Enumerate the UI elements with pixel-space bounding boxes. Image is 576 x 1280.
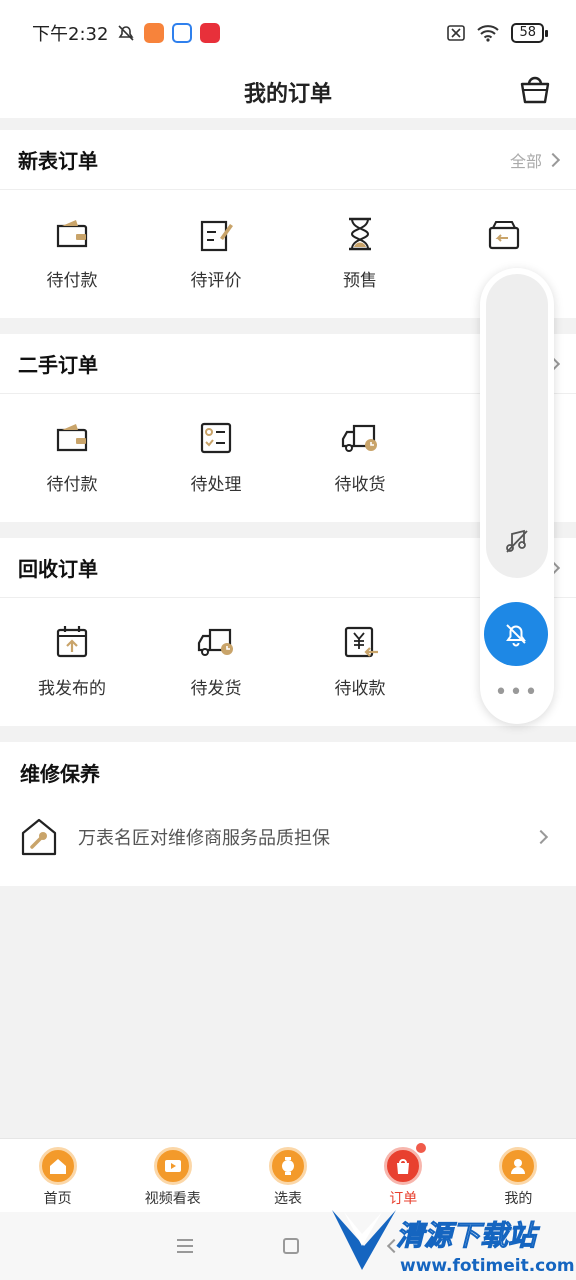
sim-off-icon: [447, 25, 466, 41]
wrench-house-icon: [21, 818, 57, 856]
grid-label: 预售: [343, 271, 377, 291]
notification-dot: [415, 1143, 426, 1153]
grid-label: 待付款: [46, 475, 98, 495]
repair-card: 维修保养 万表名匠对维修商服务品质担保: [0, 742, 576, 886]
tab-home[interactable]: 首页: [0, 1139, 115, 1212]
grid-label: 待收货: [334, 475, 386, 495]
grid-label: 待付款: [46, 271, 98, 291]
tab-select-watch[interactable]: 选表: [230, 1139, 345, 1212]
order-status-my-posts[interactable]: 我发布的: [0, 598, 144, 726]
tab-label: 选表: [274, 1191, 302, 1207]
order-status-pending-payment-receive[interactable]: 待收款: [288, 598, 432, 726]
grid-label: 我发布的: [38, 679, 106, 699]
bell-off-icon: [506, 624, 526, 647]
truck-icon: [197, 628, 233, 656]
yuan-receipt-icon: [344, 626, 378, 658]
repair-guarantee-row[interactable]: 万表名匠对维修商服务品质担保: [0, 802, 576, 872]
order-status-presale[interactable]: 预售: [288, 190, 432, 318]
app-notification-icon: [144, 23, 165, 43]
repair-guarantee-text: 万表名匠对维修商服务品质担保: [78, 828, 330, 849]
tab-label: 视频看表: [144, 1191, 201, 1207]
section-title: 回收订单: [18, 557, 98, 581]
view-all-link[interactable]: 全部: [509, 148, 561, 172]
app-notification-icon: [200, 23, 221, 43]
order-status-pending-review[interactable]: 待评价: [144, 190, 288, 318]
page-title: 我的订单: [243, 82, 332, 107]
grid-label: 待收款: [334, 679, 386, 699]
status-bar: 下午2:32 58: [0, 0, 576, 66]
chevron-right-icon: [545, 152, 561, 167]
bottom-tab-bar: 首页 视频看表 选表 订单 我的: [0, 1138, 576, 1212]
mute-notification-button[interactable]: [484, 602, 548, 666]
order-status-processing[interactable]: 待处理: [144, 394, 288, 522]
tab-label: 首页: [43, 1191, 72, 1207]
calendar-upload-icon: [56, 626, 88, 658]
video-icon: [153, 1147, 192, 1185]
user-icon: [499, 1147, 538, 1185]
view-all-label: 全部: [509, 151, 542, 171]
watermark-text: 清源下载站: [395, 1219, 537, 1253]
wifi-icon: [477, 25, 500, 42]
review-icon: [200, 220, 233, 252]
truck-icon: [341, 424, 377, 452]
app-notification-icon: [172, 23, 193, 43]
floating-assistant-panel[interactable]: •••: [480, 268, 554, 724]
home-square-icon[interactable]: [283, 1238, 299, 1254]
tab-label: 我的: [504, 1191, 533, 1207]
hourglass-icon: [349, 217, 371, 251]
grid-label: 待评价: [190, 271, 242, 291]
tab-mine[interactable]: 我的: [461, 1139, 576, 1212]
battery-indicator: 58: [511, 23, 548, 43]
tab-video[interactable]: 视频看表: [115, 1139, 230, 1212]
home-icon: [38, 1147, 77, 1185]
checklist-icon: [200, 422, 232, 454]
order-status-pending-payment[interactable]: 待付款: [0, 190, 144, 318]
return-box-icon: [488, 221, 520, 250]
more-options-icon[interactable]: •••: [480, 680, 554, 705]
page-header: 我的订单: [0, 66, 576, 118]
watermark-url: www.fotimeit.com: [400, 1256, 575, 1276]
order-status-pending-payment[interactable]: 待付款: [0, 394, 144, 522]
bell-off-icon: [118, 25, 134, 41]
chevron-right-icon: [533, 829, 549, 845]
grid-label: 待处理: [190, 475, 242, 495]
wallet-icon: [56, 424, 88, 452]
menu-icon[interactable]: [177, 1239, 193, 1253]
grid-label: 待发货: [190, 679, 242, 699]
section-title: 维修保养: [20, 761, 100, 786]
shopping-basket-icon[interactable]: [518, 72, 552, 106]
status-time: 下午2:32: [32, 24, 109, 45]
wallet-icon: [56, 220, 88, 248]
section-title: 新表订单: [18, 149, 98, 173]
bag-icon: [384, 1147, 423, 1185]
watch-icon: [269, 1147, 307, 1185]
watermark-v-icon: [332, 1210, 396, 1270]
watermark-logo: 清源下载站 www.fotimeit.com: [330, 1206, 576, 1280]
tab-orders[interactable]: 订单: [346, 1139, 461, 1212]
music-off-icon[interactable]: [504, 528, 530, 554]
section-title: 二手订单: [18, 353, 98, 377]
order-status-pending-shipment[interactable]: 待发货: [144, 598, 288, 726]
order-status-pending-receipt[interactable]: 待收货: [288, 394, 432, 522]
floating-panel-slot: [486, 274, 548, 578]
tab-label: 订单: [389, 1191, 418, 1207]
